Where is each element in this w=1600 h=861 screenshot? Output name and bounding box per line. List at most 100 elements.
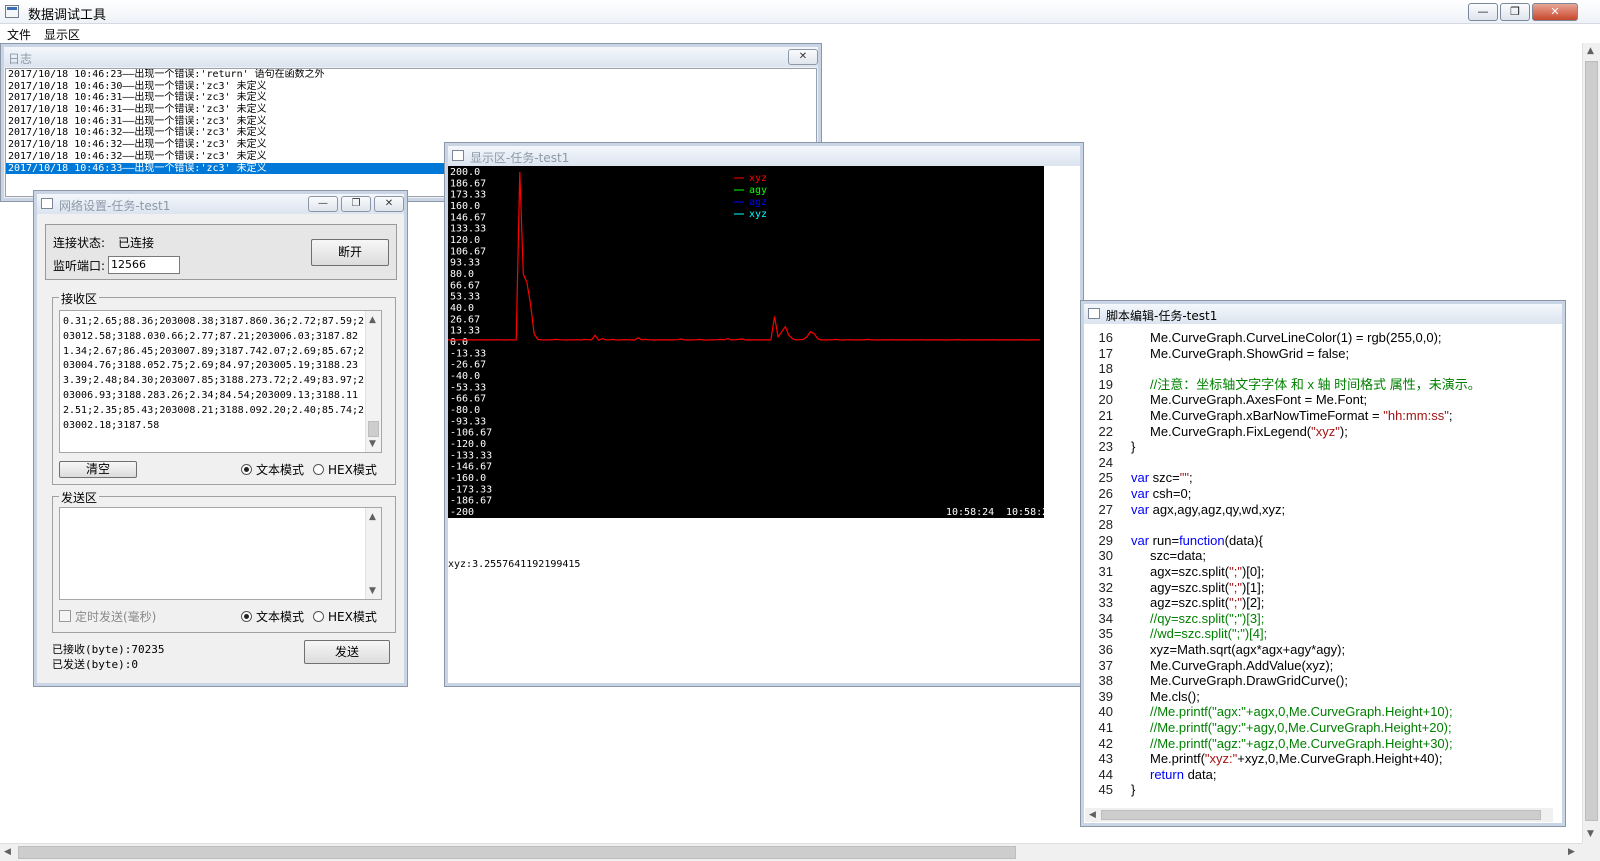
log-window-title-bar[interactable]: 日志 ✕	[4, 47, 818, 67]
code-horizontal-scrollbar[interactable]: ◀	[1085, 808, 1553, 822]
code-token: Me.CurveGraph.AddValue(xyz);	[1150, 657, 1334, 673]
status-value: 已连接	[118, 236, 155, 250]
network-restore-button[interactable]: ❐	[341, 196, 371, 212]
code-text: var run=function(data){	[1131, 533, 1263, 549]
y-tick-label: 53.33	[450, 292, 480, 303]
code-token: )[0];	[1241, 564, 1265, 579]
scroll-up-icon[interactable]: ▲	[1587, 46, 1594, 56]
send-text-mode-label: 文本模式	[256, 610, 305, 624]
legend-label: xyz	[749, 173, 767, 184]
send-scrollbar[interactable]: ▲ ▼	[365, 508, 381, 599]
display-window-title-bar[interactable]: 显示区-任务-test1	[448, 146, 1080, 166]
curve-chart: 200.0186.67173.33160.0146.67133.33120.01…	[448, 166, 1044, 518]
code-token: ;	[1189, 470, 1193, 486]
code-token: "xyz"	[1311, 423, 1340, 439]
clear-button[interactable]: 清空	[59, 461, 137, 478]
receive-scrollbar[interactable]: ▲ ▼	[365, 311, 381, 452]
code-text: //Me.printf("agz:"+agz,0,Me.CurveGraph.H…	[1150, 736, 1453, 752]
code-text: //Me.printf("agx:"+agx,0,Me.CurveGraph.H…	[1150, 704, 1453, 720]
log-line[interactable]: 2017/10/18 10:46:31——出现一个错误:'zc3' 未定义	[6, 92, 816, 104]
send-hex-mode-radio[interactable]	[313, 611, 324, 622]
code-token: Me.CurveGraph.CurveLineColor(1) = rgb(25…	[1150, 330, 1442, 345]
network-window-title-bar[interactable]: 网络设置-任务-test1 — ❐ ✕	[37, 194, 404, 214]
log-line[interactable]: 2017/10/18 10:46:31——出现一个错误:'zc3' 未定义	[6, 116, 816, 128]
receive-scroll-thumb[interactable]	[368, 421, 379, 437]
line-number: 21	[1098, 408, 1113, 423]
log-line[interactable]: 2017/10/18 10:46:32——出现一个错误:'zc3' 未定义	[6, 127, 816, 139]
app-icon	[5, 5, 19, 18]
log-line[interactable]: 2017/10/18 10:46:30——出现一个错误:'zc3' 未定义	[6, 81, 816, 93]
disconnect-button[interactable]: 断开	[311, 239, 389, 266]
code-text: }	[1131, 782, 1135, 798]
y-tick-label: -200	[450, 507, 474, 518]
log-line[interactable]: 2017/10/18 10:46:23——出现一个错误:'return' 语句在…	[6, 69, 816, 81]
receive-textarea[interactable]: 0.31;2.65;88.36;203008.38;3187.860.36;2.…	[59, 310, 382, 453]
minimize-button[interactable]: —	[1468, 3, 1498, 21]
script-window-title: 脚本编辑-任务-test1	[1106, 309, 1218, 323]
scroll-left-icon[interactable]: ◀	[4, 847, 11, 857]
window-icon	[452, 150, 464, 161]
code-editor[interactable]: 16 Me.CurveGraph.CurveLineColor(1) = rgb(…	[1085, 328, 1553, 808]
line-number: 20	[1098, 392, 1113, 408]
code-text: xyz=Math.sqrt(agx*agx+agy*agy);	[1150, 642, 1345, 658]
send-hex-mode-label: HEX模式	[328, 610, 377, 624]
line-number: 28	[1098, 517, 1113, 533]
line-number: 22	[1098, 423, 1113, 439]
main-vertical-scrollbar[interactable]: ▲ ▼	[1582, 43, 1600, 843]
code-token: var	[1131, 470, 1150, 486]
y-tick-label: 120.0	[450, 235, 480, 246]
log-close-button[interactable]: ✕	[788, 49, 818, 65]
timed-send-checkbox[interactable]	[59, 610, 71, 622]
receive-hex-mode-radio[interactable]	[313, 464, 324, 475]
script-window-title-bar[interactable]: 脚本编辑-任务-test1	[1084, 304, 1562, 324]
code-token: Me.cls();	[1150, 688, 1200, 704]
code-text: var csh=0;	[1131, 486, 1191, 502]
scroll-down-icon[interactable]: ▼	[369, 586, 376, 596]
main-horizontal-scrollbar[interactable]: ◀ ▶	[0, 843, 1582, 861]
scroll-up-icon[interactable]: ▲	[369, 315, 376, 325]
y-tick-label: 200.0	[450, 167, 480, 178]
line-number: 39	[1098, 688, 1113, 704]
network-minimize-button[interactable]: —	[308, 196, 338, 212]
scroll-left-icon[interactable]: ◀	[1089, 810, 1096, 820]
code-token: agx,agy,agz,qy,wd,xyz;	[1149, 501, 1286, 517]
y-tick-label: -133.33	[450, 450, 492, 461]
code-text: //wd=szc.split(";")[4];	[1150, 626, 1267, 642]
code-token: ""	[1179, 470, 1190, 486]
code-token: var	[1131, 501, 1150, 517]
code-text: return data;	[1150, 767, 1217, 783]
main-vertical-scroll-thumb[interactable]	[1585, 61, 1598, 821]
send-button[interactable]: 发送	[304, 640, 390, 664]
line-number: 34	[1098, 610, 1113, 626]
scroll-down-icon[interactable]: ▼	[369, 439, 376, 449]
network-close-button[interactable]: ✕	[374, 196, 404, 212]
scroll-up-icon[interactable]: ▲	[369, 512, 376, 522]
timed-send-label: 定时发送(毫秒)	[75, 610, 157, 624]
port-input[interactable]: 12566	[108, 256, 180, 274]
menu-file[interactable]: 文件	[7, 26, 31, 43]
y-tick-label: -120.0	[450, 439, 486, 450]
code-token: function	[1179, 532, 1225, 548]
connection-panel: 连接状态: 已连接 监听端口: 12566 断开	[45, 224, 397, 280]
code-horizontal-scroll-thumb[interactable]	[1101, 810, 1541, 820]
code-token: //Me.printf("agz:"+agz,0,Me.CurveGraph.H…	[1150, 735, 1453, 751]
close-button[interactable]: ✕	[1532, 3, 1578, 21]
restore-button[interactable]: ❐	[1500, 3, 1530, 21]
y-tick-label: -53.33	[450, 382, 486, 393]
send-textarea[interactable]: ▲ ▼	[59, 507, 382, 600]
window-icon	[41, 198, 53, 209]
line-number: 24	[1098, 454, 1113, 470]
code-text: agy=szc.split(";")[1];	[1150, 580, 1264, 596]
y-tick-label: 106.67	[450, 246, 486, 257]
receive-text-mode-radio[interactable]	[241, 464, 252, 475]
log-line[interactable]: 2017/10/18 10:46:31——出现一个错误:'zc3' 未定义	[6, 104, 816, 116]
line-number: 16	[1098, 330, 1113, 345]
code-token: Me.printf(	[1150, 751, 1205, 767]
main-horizontal-scroll-thumb[interactable]	[18, 846, 1016, 859]
y-tick-label: 173.33	[450, 190, 486, 201]
menu-display-area[interactable]: 显示区	[44, 26, 80, 43]
scroll-down-icon[interactable]: ▼	[1587, 829, 1594, 839]
scroll-right-icon[interactable]: ▶	[1568, 847, 1575, 857]
send-text-mode-radio[interactable]	[241, 611, 252, 622]
code-token: );	[1339, 423, 1348, 439]
